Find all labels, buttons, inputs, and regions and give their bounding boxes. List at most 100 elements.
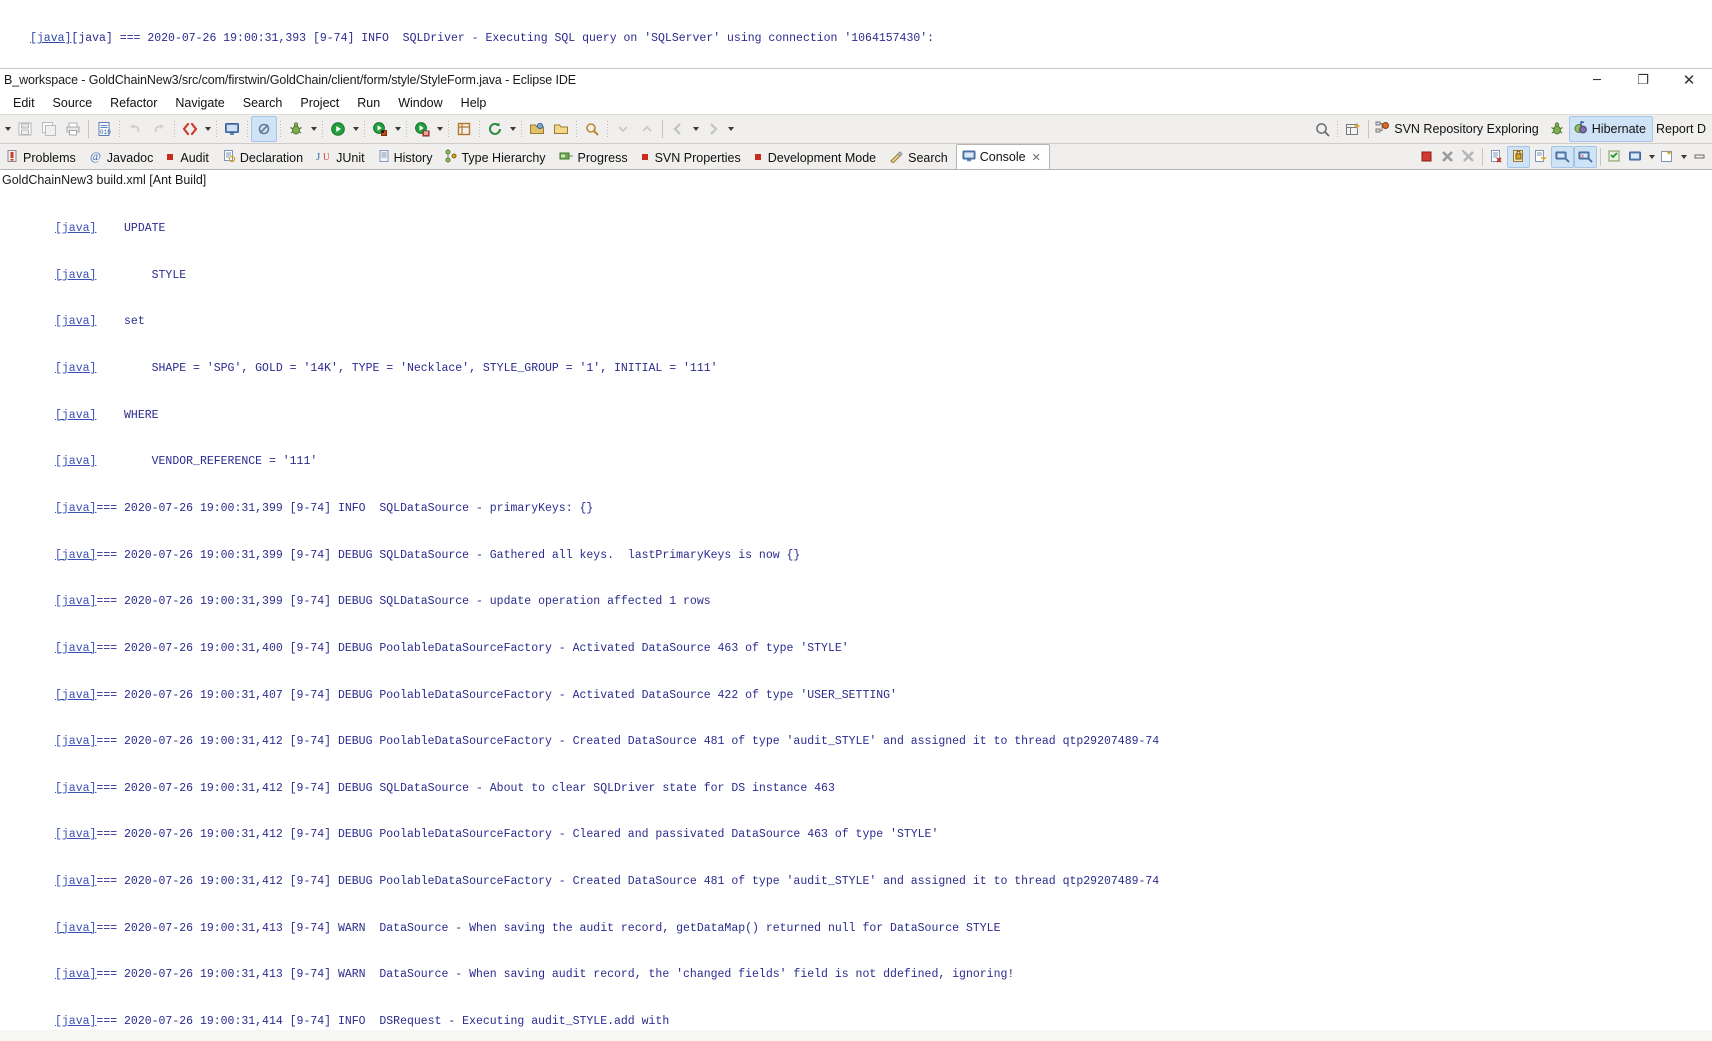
toolbar-drag-handle[interactable] (117, 120, 122, 138)
open-type-icon[interactable] (525, 117, 549, 141)
tab-javadoc[interactable]: @ Javadoc (84, 146, 162, 169)
source-dropdown-caret-icon[interactable] (202, 117, 213, 141)
run-external-tools-icon[interactable] (368, 117, 392, 141)
undo-icon[interactable] (123, 117, 147, 141)
tab-problems[interactable]: Problems (0, 146, 84, 169)
toolbar-drag-handle[interactable] (519, 120, 524, 138)
menu-item-refactor[interactable]: Refactor (101, 94, 166, 112)
open-console-icon[interactable] (1657, 147, 1678, 167)
search-icon-small[interactable] (580, 117, 604, 141)
run-dropdown-caret-icon[interactable] (350, 117, 361, 141)
toolbar-drag-handle[interactable] (1335, 120, 1341, 138)
toolbar-drag-handle[interactable] (362, 120, 367, 138)
prev-annotation-icon[interactable] (635, 117, 659, 141)
toolbar-drag-handle[interactable] (477, 120, 482, 138)
skip-breakpoints-icon[interactable] (251, 116, 277, 142)
console-line-text: VENDOR_REFERENCE = '111' (96, 455, 318, 469)
console-output[interactable]: [java] UPDATE [java] STYLE [java] set [j… (0, 190, 1712, 1030)
debug-icon[interactable] (284, 117, 308, 141)
perspective-hibernate[interactable]: Hibernate (1568, 116, 1653, 142)
toolbar-drag-handle[interactable] (172, 120, 177, 138)
tab-audit[interactable]: Audit (161, 146, 217, 169)
back-dropdown-caret-icon[interactable] (690, 117, 701, 141)
quick-access-source-icon[interactable] (178, 117, 202, 141)
debug-dropdown-caret-icon[interactable] (308, 117, 319, 141)
window-title: B_workspace - GoldChainNew3/src/com/firs… (4, 73, 577, 87)
clear-console-icon[interactable] (1486, 147, 1507, 167)
open-resource-icon[interactable] (549, 117, 573, 141)
terminate-icon[interactable] (1416, 147, 1437, 167)
display-selected-dropdown-caret-icon[interactable] (1646, 145, 1657, 169)
new-wizard-dropdown-caret-icon[interactable] (2, 117, 13, 141)
tab-console[interactable]: Console ✕ (955, 144, 1050, 169)
console-line-text: WHERE (96, 408, 159, 422)
window-controls: ─ ❐ ✕ (1574, 69, 1712, 91)
toolbar-drag-handle[interactable] (278, 120, 283, 138)
back-icon[interactable] (666, 117, 690, 141)
close-icon[interactable]: ✕ (1032, 151, 1041, 164)
refresh-icon[interactable] (483, 117, 507, 141)
remove-all-terminated-icon[interactable] (1458, 147, 1479, 167)
save-icon[interactable] (13, 117, 37, 141)
debug-perspective-icon[interactable] (1545, 117, 1569, 141)
show-console-on-error-icon[interactable]: x (1574, 145, 1597, 168)
tab-declaration[interactable]: Declaration (217, 146, 311, 169)
toolbar-drag-handle[interactable] (320, 120, 325, 138)
save-all-icon[interactable] (37, 117, 61, 141)
run-ant-icon[interactable] (410, 117, 434, 141)
pin-console-icon[interactable] (1604, 147, 1625, 167)
maximize-button[interactable]: ❐ (1620, 69, 1666, 91)
menu-item-project[interactable]: Project (291, 94, 348, 112)
menu-item-window[interactable]: Window (389, 94, 451, 112)
new-package-icon[interactable] (452, 117, 476, 141)
show-console-on-output-icon[interactable] (1551, 145, 1574, 168)
search-icon[interactable] (1310, 117, 1334, 141)
tab-label: Development Mode (767, 150, 877, 165)
menu-item-source[interactable]: Source (44, 94, 102, 112)
perspective-report-designer[interactable]: Report D (1653, 117, 1712, 141)
menu-item-navigate[interactable]: Navigate (166, 94, 233, 112)
tab-junit[interactable]: JU JUnit (311, 146, 372, 169)
refresh-dropdown-caret-icon[interactable] (507, 117, 518, 141)
open-perspective-icon[interactable] (1341, 117, 1365, 141)
terminal-icon[interactable] (220, 117, 244, 141)
menu-item-search[interactable]: Search (234, 94, 292, 112)
tab-history[interactable]: History (373, 146, 441, 169)
toolbar-drag-handle[interactable] (245, 120, 250, 138)
background-console: [java][java] === 2020-07-26 19:00:31,393… (0, 0, 1712, 72)
toolbar-drag-handle[interactable] (574, 120, 579, 138)
external-tools-dropdown-caret-icon[interactable] (392, 117, 403, 141)
toolbar-drag-handle[interactable] (404, 120, 409, 138)
toolbar-drag-handle[interactable] (605, 120, 610, 138)
next-annotation-icon[interactable] (611, 117, 635, 141)
java-tag: [java] (55, 735, 97, 749)
new-java-class-icon[interactable]: 010 (92, 117, 116, 141)
forward-icon[interactable] (701, 117, 725, 141)
menu-item-run[interactable]: Run (348, 94, 389, 112)
toolbar-right-group: SVN Repository Exploring Hibernate Repor… (1310, 116, 1712, 142)
display-selected-console-icon[interactable] (1625, 147, 1646, 167)
redo-icon[interactable] (147, 117, 171, 141)
scroll-lock-icon[interactable] (1507, 145, 1530, 168)
print-icon[interactable] (61, 117, 85, 141)
close-button[interactable]: ✕ (1666, 69, 1712, 91)
menu-item-edit[interactable]: Edit (4, 94, 44, 112)
tab-development-mode[interactable]: Development Mode (749, 146, 884, 169)
tab-progress[interactable]: Progress (554, 146, 636, 169)
ant-dropdown-caret-icon[interactable] (434, 117, 445, 141)
remove-launch-icon[interactable] (1437, 147, 1458, 167)
minimize-view-icon[interactable] (1689, 147, 1710, 167)
perspective-svn-repository-exploring[interactable]: SVN Repository Exploring (1372, 117, 1545, 141)
toolbar-drag-handle[interactable] (214, 120, 219, 138)
run-icon[interactable] (326, 117, 350, 141)
open-console-dropdown-caret-icon[interactable] (1678, 145, 1689, 169)
forward-dropdown-caret-icon[interactable] (725, 117, 736, 141)
tab-type-hierarchy[interactable]: Type Hierarchy (440, 146, 553, 169)
view-tab-bar: Problems @ Javadoc Audit Declaration JU … (0, 144, 1712, 170)
word-wrap-icon[interactable] (1530, 147, 1551, 167)
tab-svn-properties[interactable]: SVN Properties (636, 146, 749, 169)
tab-search[interactable]: Search (884, 146, 956, 169)
toolbar-drag-handle[interactable] (446, 120, 451, 138)
minimize-button[interactable]: ─ (1574, 69, 1620, 91)
menu-item-help[interactable]: Help (452, 94, 496, 112)
